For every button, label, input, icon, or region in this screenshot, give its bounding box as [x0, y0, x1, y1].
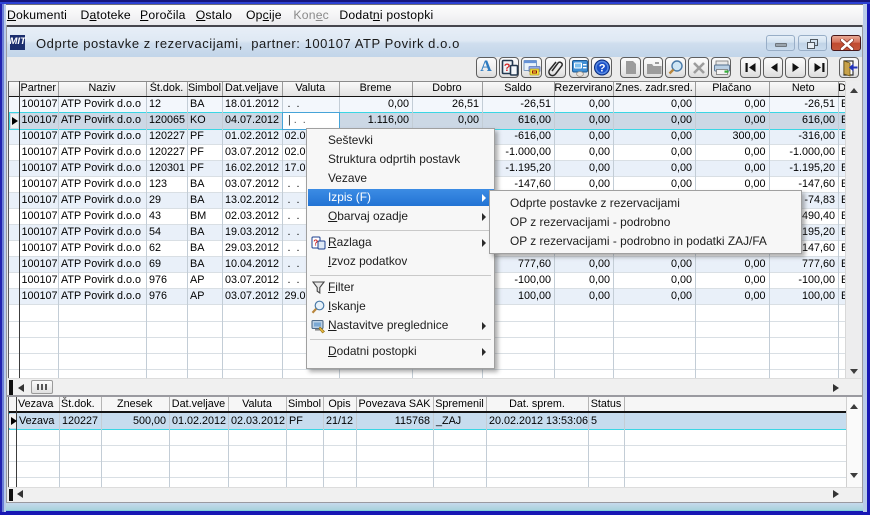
svg-text:?: ?	[599, 63, 606, 75]
svg-text:?: ?	[313, 239, 318, 248]
